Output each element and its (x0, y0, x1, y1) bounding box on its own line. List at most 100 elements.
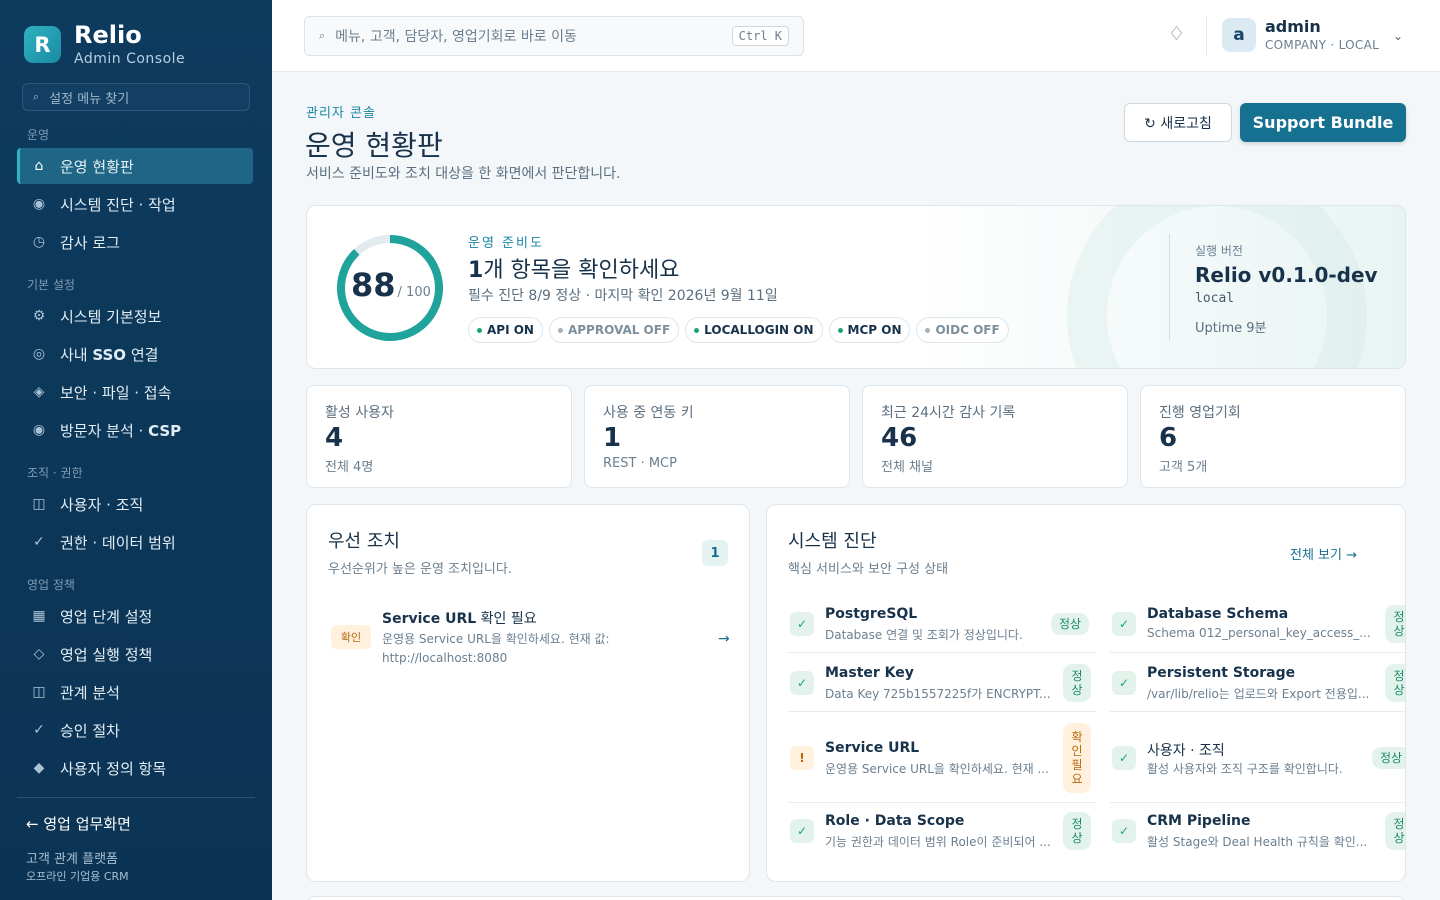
user-role: COMPANY · LOCAL (1265, 38, 1380, 52)
stat-card-integration-keys[interactable]: 사용 중 연동 키 1 REST · MCP (584, 385, 850, 488)
environment-value: local (1195, 291, 1235, 306)
diag-item-master-key[interactable]: ✓ Master Key Data Key 725b1557225f가 ENCR… (788, 654, 1096, 712)
status-dot (557, 327, 563, 333)
diag-description: 활성 사용자와 조직 구조를 확인합니다. (1147, 762, 1343, 776)
avatar[interactable]: a (1222, 18, 1256, 52)
check-icon: ✓ (33, 722, 45, 738)
flag-mcp: MCP ON (828, 317, 911, 343)
score-value: 88 (351, 266, 396, 304)
diag-item-service-url[interactable]: ! Service URL 운영용 Service URL을 확인하세요. 현재… (788, 713, 1096, 803)
sidebar-item-system-info[interactable]: ⚙ 시스템 기본정보 (17, 298, 253, 334)
flag-locallogin: LOCALLOGIN ON (685, 317, 823, 343)
diag-description: /var/lib/relio는 업로드와 Export 전용입... (1147, 687, 1370, 701)
sidebar-divider (17, 797, 255, 798)
see-all-link[interactable]: 전체 보기 → (1290, 544, 1357, 563)
label-prefix: 방문자 분석 · (60, 421, 149, 440)
readiness-title-number: 1 (468, 258, 484, 283)
sidebar-item-sales-policy[interactable]: ◇ 영업 실행 정책 (17, 636, 253, 672)
panel-title: 시스템 진단 (788, 531, 877, 552)
eye-icon: ◉ (32, 422, 46, 438)
stat-card-audit-records[interactable]: 최근 24시간 감사 기록 46 전체 채널 (862, 385, 1128, 488)
sidebar-item-approvals[interactable]: ✓ 승인 절차 (17, 712, 253, 748)
sidebar-item-analytics[interactable]: ◉ 방문자 분석 · CSP (17, 412, 253, 448)
diag-item-crm-pipeline[interactable]: ✓ CRM Pipeline 활성 Stage와 Deal Health 규칙을… (1110, 802, 1405, 860)
label-suffix: 연결 (126, 345, 159, 364)
topbar: ⌕ 메뉴, 고객, 담당자, 영업기회로 바로 이동 Ctrl K ♢ a ad… (272, 0, 1440, 72)
global-search-input[interactable]: ⌕ 메뉴, 고객, 담당자, 영업기회로 바로 이동 Ctrl K (304, 16, 804, 56)
stat-label: 사용 중 연동 키 (603, 405, 694, 421)
sidebar-item-label: 승인 절차 (60, 721, 120, 740)
panel-icon: ◫ (32, 496, 46, 512)
diag-item-database-schema[interactable]: ✓ Database Schema Schema 012_personal_ke… (1110, 595, 1405, 653)
sidebar-item-dashboard[interactable]: ⌂ 운영 현황판 (17, 148, 253, 184)
stat-card-opportunities[interactable]: 진행 영업기회 6 고객 5개 (1140, 385, 1406, 488)
stat-sub: 전체 채널 (881, 460, 933, 475)
stat-value: 6 (1159, 423, 1178, 453)
sidebar-item-security[interactable]: ◈ 보안 · 파일 · 접속 (17, 374, 253, 410)
theme-toggle-icon[interactable]: ♢ (1168, 23, 1185, 45)
panel-title: 우선 조치 (328, 531, 400, 552)
brand-name: Relio (74, 21, 142, 49)
stat-card-active-users[interactable]: 활성 사용자 4 전체 4명 (306, 385, 572, 488)
flag-oidc: OIDC OFF (916, 317, 1009, 343)
settings-search-input[interactable]: ⌕ 설정 메뉴 찾기 (22, 83, 250, 111)
sidebar-item-stages[interactable]: ▦ 영업 단계 설정 (17, 598, 253, 634)
clock-icon: ◷ (32, 234, 46, 250)
sidebar-item-relations[interactable]: ◫ 관계 분석 (17, 674, 253, 710)
panel-icon: ◫ (32, 684, 46, 700)
diag-item-persistent-storage[interactable]: ✓ Persistent Storage /var/lib/relio는 업로드… (1110, 654, 1405, 712)
brand-subtitle: Admin Console (74, 51, 186, 67)
diag-item-role-data-scope[interactable]: ✓ Role · Data Scope 기능 권한과 데이터 범위 Role이 … (788, 802, 1096, 860)
sidebar-item-label: 보안 · 파일 · 접속 (60, 383, 172, 402)
sidebar-item-diagnostics[interactable]: ◉ 시스템 진단 · 작업 (17, 186, 253, 222)
score-max: / 100 (397, 285, 431, 300)
sidebar-item-sso[interactable]: ◎ 사내 SSO 연결 (17, 336, 253, 372)
sidebar-item-label: 영업 실행 정책 (60, 645, 153, 664)
breadcrumb[interactable]: 관리자 콘솔 (306, 102, 376, 121)
priority-item[interactable]: 확인 Service URL 확인 필요 운영용 Service URL을 확인… (329, 603, 730, 675)
diag-name: Service URL (825, 740, 920, 756)
check-icon: ✓ (1112, 612, 1136, 636)
sidebar-item-permissions[interactable]: ✓ 권한 · 데이터 범위 (17, 524, 253, 560)
refresh-button[interactable]: ↻ 새로고침 (1124, 103, 1232, 142)
sidebar-item-audit-log[interactable]: ◷ 감사 로그 (17, 224, 253, 260)
sidebar-item-custom-fields[interactable]: ◆ 사용자 정의 항목 (17, 750, 253, 786)
user-name[interactable]: admin (1265, 17, 1321, 36)
check-icon: ✓ (1112, 819, 1136, 843)
version-label: 실행 버전 (1195, 244, 1243, 258)
search-icon: ⌕ (33, 90, 40, 103)
back-to-sales-link[interactable]: ← 영업 업무화면 (26, 813, 131, 834)
sidebar-item-label: 관계 분석 (60, 683, 120, 702)
status-badge: 정상 (1063, 664, 1091, 702)
status-dot (837, 327, 843, 333)
chevron-down-icon[interactable]: ⌄ (1393, 29, 1403, 43)
check-icon: ✓ (790, 671, 814, 695)
sidebar-item-label: 사용자 · 조직 (60, 495, 144, 514)
diag-item-postgresql[interactable]: ✓ PostgreSQL Database 연결 및 조회가 정상입니다. 정상 (788, 595, 1096, 653)
diag-description: Database 연결 및 조회가 정상입니다. (825, 628, 1023, 642)
uptime-value: Uptime 9분 (1195, 321, 1267, 336)
readiness-label: 운영 준비도 (468, 236, 544, 251)
brand[interactable]: R Relio Admin Console (24, 22, 185, 67)
sidebar-item-label: 시스템 기본정보 (60, 307, 162, 326)
sidebar-item-label: 감사 로그 (60, 233, 120, 252)
arrow-right-icon[interactable]: → (718, 631, 730, 647)
title-bold: Service URL (382, 611, 477, 627)
readiness-score: 88 / 100 (351, 266, 431, 304)
section-label-operations: 운영 (27, 128, 50, 142)
diag-description: 기능 권한과 데이터 범위 Role이 준비되어 ... (825, 835, 1051, 849)
check-icon: ✓ (790, 819, 814, 843)
priority-actions-panel: 우선 조치 우선순위가 높은 운영 조치입니다. 1 확인 Service UR… (306, 504, 750, 882)
support-bundle-button[interactable]: Support Bundle (1240, 103, 1406, 142)
diag-name: Database Schema (1147, 606, 1289, 622)
diag-name: Role · Data Scope (825, 813, 965, 829)
shortcut-hint: Ctrl K (731, 26, 789, 46)
sidebar-item-users[interactable]: ◫ 사용자 · 조직 (17, 486, 253, 522)
diag-item-users-org[interactable]: ✓ 사용자 · 조직 활성 사용자와 조직 구조를 확인합니다. 정상 (1110, 713, 1405, 803)
diag-description: Schema 012_personal_key_access_... (1147, 626, 1371, 640)
shield-diamond-icon: ◈ (33, 384, 45, 400)
diag-name: CRM Pipeline (1147, 813, 1251, 829)
readiness-title: 1개 항목을 확인하세요 (468, 252, 679, 284)
stat-sub: 고객 5개 (1159, 460, 1208, 475)
check-icon: ✓ (790, 612, 814, 636)
